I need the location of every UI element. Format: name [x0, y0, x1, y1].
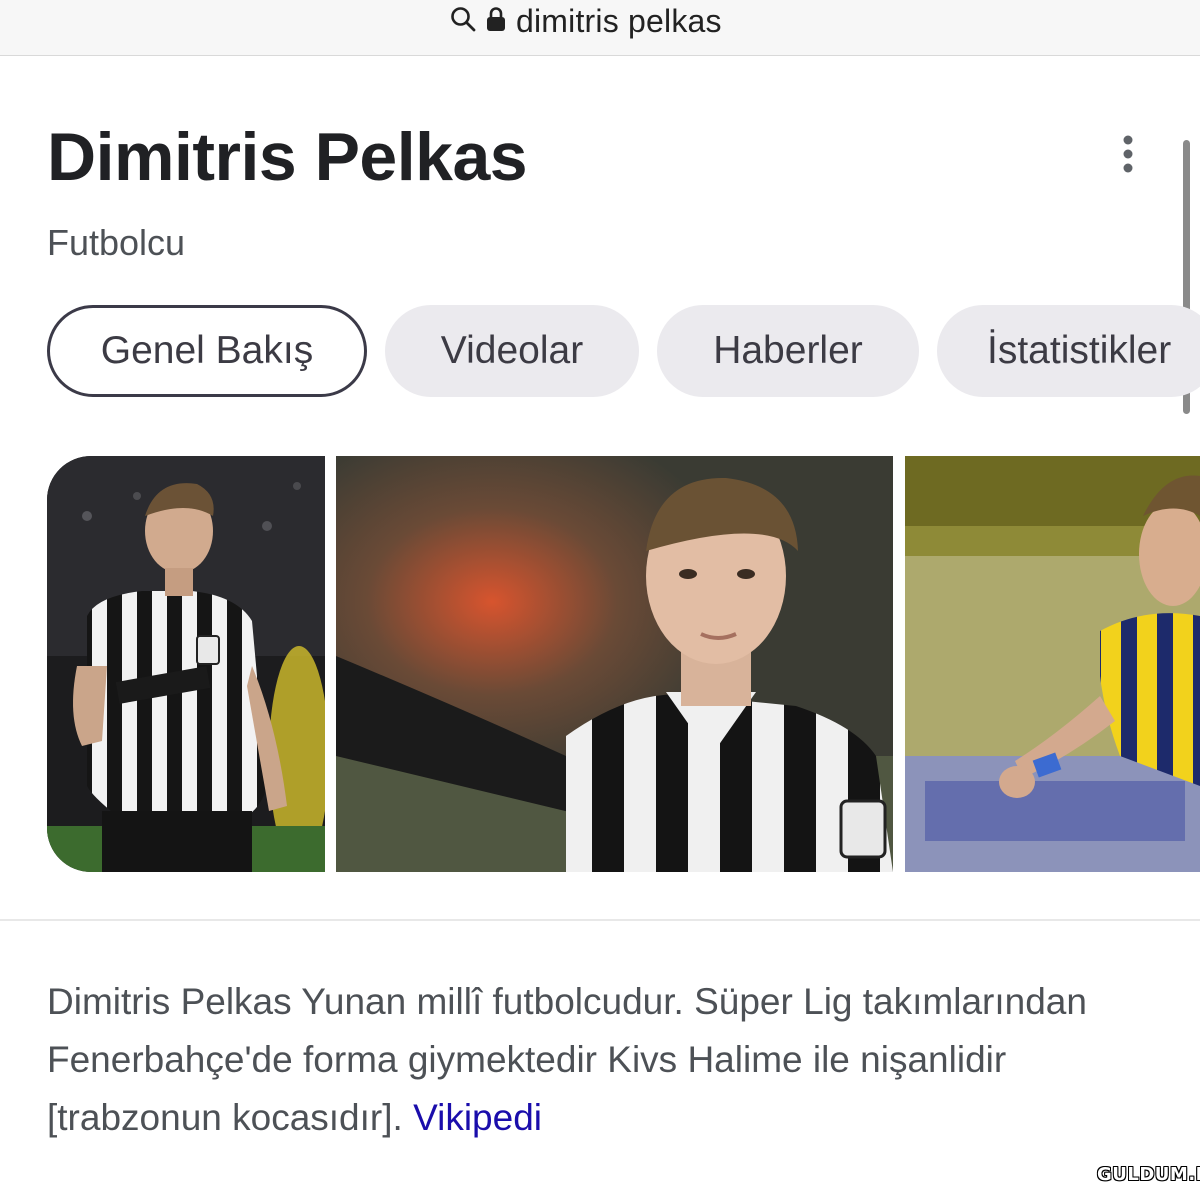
wikipedia-link[interactable]: Vikipedi	[413, 1097, 542, 1138]
section-divider	[0, 919, 1200, 921]
player-photo-paok-1[interactable]	[47, 456, 325, 872]
url-display[interactable]: dimitris pelkas	[450, 0, 722, 42]
description-text: Dimitris Pelkas Yunan millî futbolcudur.…	[47, 981, 1087, 1138]
entity-title: Dimitris Pelkas	[47, 119, 528, 195]
player-photo-paok-2[interactable]	[336, 456, 893, 872]
browser-address-bar[interactable]: dimitris pelkas	[0, 0, 1200, 56]
tab-istatistikler[interactable]: İstatistikler	[937, 305, 1200, 397]
search-icon	[450, 6, 476, 37]
watermark-logo: GULDUM.NET	[1097, 1164, 1200, 1185]
player-photo-fenerbahce[interactable]	[905, 456, 1200, 872]
more-vert-icon[interactable]	[1116, 134, 1140, 178]
tab-genel-bakis[interactable]: Genel Bakış	[47, 305, 367, 397]
entity-description: Dimitris Pelkas Yunan millî futbolcudur.…	[47, 973, 1157, 1147]
tab-haberler[interactable]: Haberler	[657, 305, 919, 397]
entity-subtitle: Futbolcu	[47, 222, 186, 263]
lock-icon	[486, 6, 506, 37]
tab-videolar[interactable]: Videolar	[385, 305, 639, 397]
url-text: dimitris pelkas	[516, 2, 722, 39]
